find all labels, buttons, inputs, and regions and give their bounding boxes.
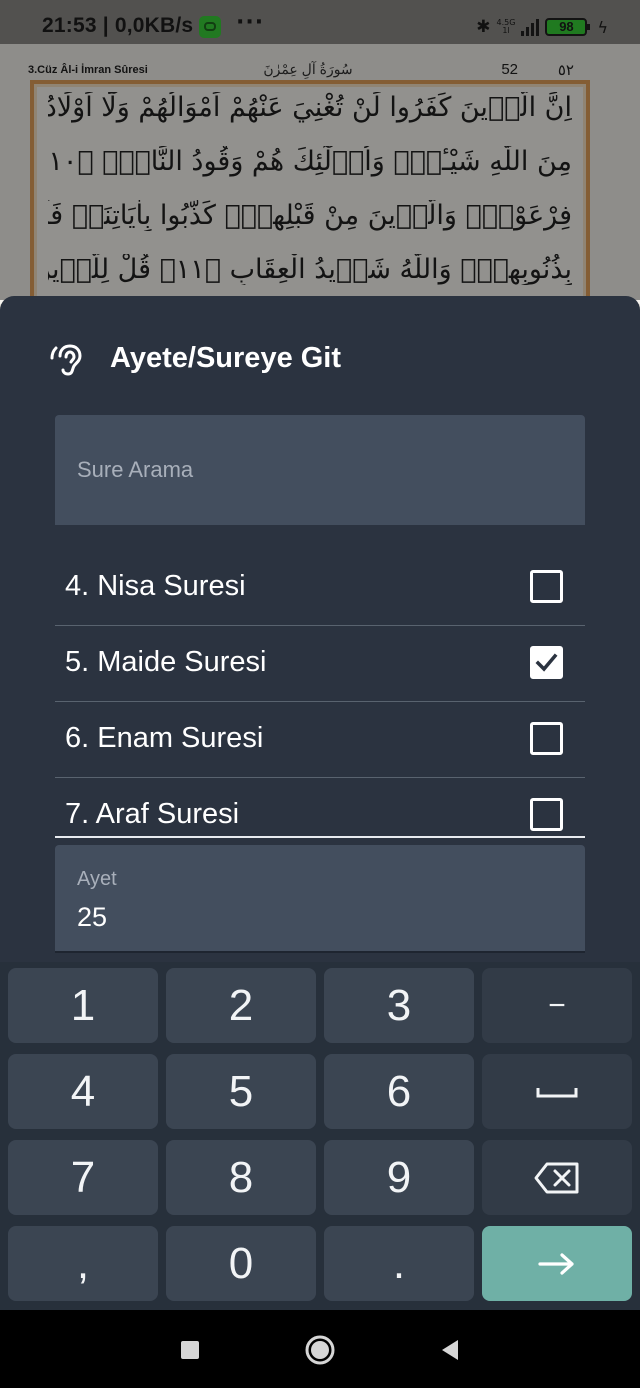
key-space[interactable] <box>482 1054 632 1129</box>
backspace-icon <box>534 1162 579 1193</box>
ear-icon <box>48 342 82 376</box>
key-9[interactable]: 9 <box>324 1140 474 1215</box>
key-5[interactable]: 5 <box>166 1054 316 1129</box>
list-item[interactable]: 5. Maide Suresi <box>55 626 585 702</box>
numeric-keyboard: 1 2 3 − 4 5 6 7 8 9 , 0 . <box>0 962 640 1310</box>
surah-checkbox[interactable] <box>530 646 563 679</box>
ayet-label: Ayet <box>77 868 117 890</box>
list-item[interactable]: 6. Enam Suresi <box>55 702 585 778</box>
surah-label: 5. Maide Suresi <box>65 646 267 678</box>
key-7[interactable]: 7 <box>8 1140 158 1215</box>
key-0[interactable]: 0 <box>166 1226 316 1301</box>
surah-checkbox[interactable] <box>530 798 563 831</box>
key-comma[interactable]: , <box>8 1226 158 1301</box>
surah-search-input[interactable] <box>55 415 585 525</box>
back-icon[interactable] <box>436 1336 464 1364</box>
home-icon[interactable] <box>304 1334 336 1366</box>
key-1[interactable]: 1 <box>8 968 158 1043</box>
key-2[interactable]: 2 <box>166 968 316 1043</box>
key-8[interactable]: 8 <box>166 1140 316 1215</box>
dialog-title: Ayete/Sureye Git <box>110 342 342 374</box>
list-item[interactable]: 7. Araf Suresi <box>55 778 585 836</box>
scrim-overlay[interactable] <box>0 0 640 300</box>
ayet-field[interactable]: Ayet 25 <box>55 845 585 953</box>
surah-label: 4. Nisa Suresi <box>65 570 246 602</box>
list-item[interactable]: 4. Nisa Suresi <box>55 550 585 626</box>
key-3[interactable]: 3 <box>324 968 474 1043</box>
enter-arrow-icon <box>538 1252 574 1275</box>
key-enter[interactable] <box>482 1226 632 1301</box>
recents-icon[interactable] <box>176 1336 204 1364</box>
system-nav-bar <box>0 1310 640 1388</box>
space-icon <box>536 1087 578 1097</box>
key-minus[interactable]: − <box>482 968 632 1043</box>
check-icon <box>535 653 558 672</box>
key-6[interactable]: 6 <box>324 1054 474 1129</box>
surah-list[interactable]: 4. Nisa Suresi 5. Maide Suresi 6. Enam S… <box>55 550 585 838</box>
ayet-input[interactable]: 25 <box>77 902 107 933</box>
surah-label: 6. Enam Suresi <box>65 722 264 754</box>
surah-checkbox[interactable] <box>530 570 563 603</box>
key-backspace[interactable] <box>482 1140 632 1215</box>
surah-checkbox[interactable] <box>530 722 563 755</box>
key-4[interactable]: 4 <box>8 1054 158 1129</box>
surah-search-field[interactable] <box>55 415 585 525</box>
key-period[interactable]: . <box>324 1226 474 1301</box>
surah-label: 7. Araf Suresi <box>65 798 240 830</box>
